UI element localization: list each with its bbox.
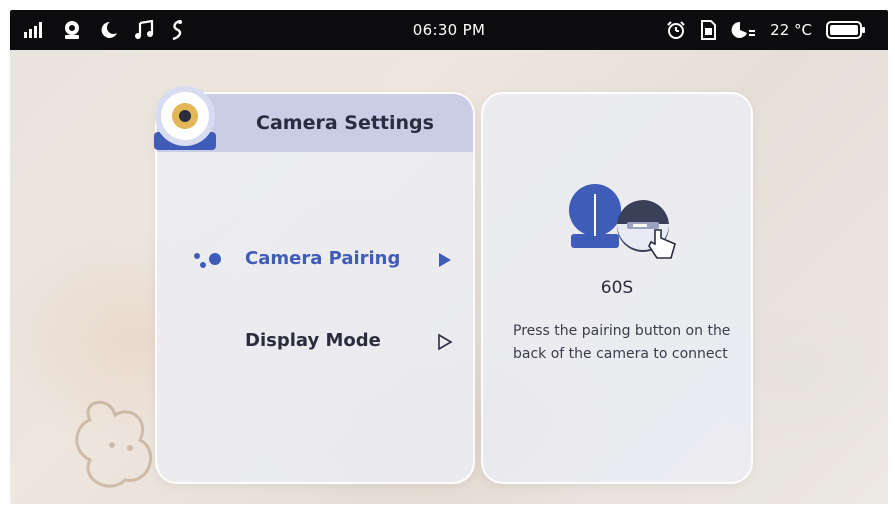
display-mode-item[interactable]: Display Mode: [157, 322, 473, 362]
pairing-dots-icon: [194, 253, 221, 268]
camera-pairing-item[interactable]: Camera Pairing: [157, 240, 473, 280]
arrow-right-filled-icon: [439, 253, 451, 267]
pairing-panel: 60S Press the pairing button on the back…: [481, 92, 753, 484]
pairing-countdown: 60S: [600, 278, 634, 298]
sd-card-icon: [700, 20, 717, 40]
signal-icon: [24, 20, 46, 40]
alarm-icon: [666, 20, 686, 40]
lullaby-icon: [170, 20, 184, 40]
camera-pairing-illustration-icon: [569, 184, 676, 259]
feeding-icon: [730, 20, 756, 40]
battery-icon: [826, 20, 866, 40]
camera-icon: [62, 20, 82, 40]
camera-pairing-label: Camera Pairing: [245, 248, 401, 269]
status-bar: 06:30 PM 22 °C: [10, 10, 888, 50]
music-icon: [134, 20, 154, 40]
clock-time: 06:30 PM: [412, 21, 486, 39]
display-mode-label: Display Mode: [245, 330, 381, 351]
pairing-instruction: Press the pairing button on the back of …: [513, 323, 731, 362]
temperature-readout: 22 °C: [770, 21, 812, 39]
arrow-right-outline-icon: [438, 333, 453, 351]
screen: 06:30 PM 22 °C Camera Settings Camera Pa…: [10, 10, 888, 504]
camera-settings-icon: [154, 86, 216, 150]
panel-title: Camera Settings: [256, 112, 434, 134]
moon-icon: [98, 20, 118, 40]
